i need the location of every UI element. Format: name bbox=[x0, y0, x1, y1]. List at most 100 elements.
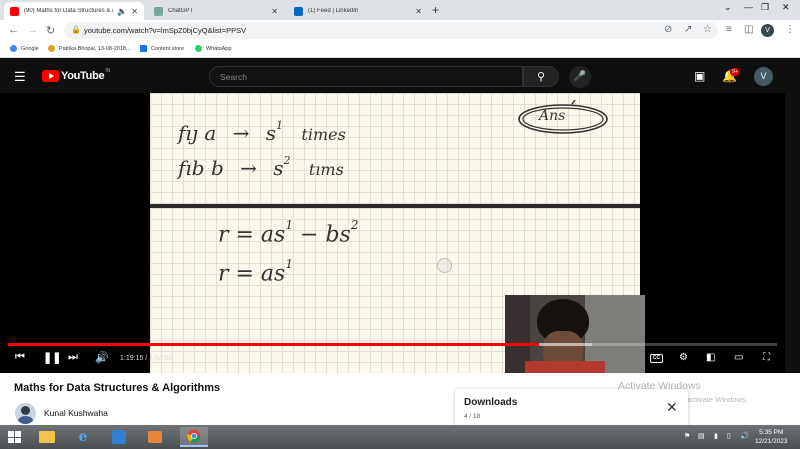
downloads-title: Downloads bbox=[464, 397, 518, 408]
url-text: youtube.com/watch?v=lmSpZ0bjCyQ&list=PPS… bbox=[84, 26, 247, 35]
chrome-icon[interactable] bbox=[180, 427, 208, 447]
miniplayer-icon[interactable]: ◧ bbox=[706, 352, 715, 363]
microphone-icon: 🎤 bbox=[573, 71, 587, 82]
video-title: Maths for Data Structures & Algorithms bbox=[14, 382, 221, 394]
downloads-count: 4 / 18 bbox=[464, 413, 481, 420]
youtube-icon bbox=[10, 6, 19, 16]
search-icon: ⚲ bbox=[536, 71, 546, 83]
next-icon[interactable]: ⏭ bbox=[68, 351, 78, 364]
whatsapp-icon bbox=[195, 45, 202, 52]
search-button[interactable]: ⚲ bbox=[523, 66, 559, 87]
google-icon bbox=[10, 45, 17, 52]
played-bar bbox=[8, 343, 539, 346]
settings-gear-icon[interactable]: ⚙ bbox=[679, 352, 688, 363]
bookmark-content-store[interactable]: Content store bbox=[140, 45, 184, 52]
tab-title: (90) Maths for Data Structures & Algor bbox=[24, 8, 113, 14]
channel-avatar[interactable] bbox=[15, 403, 36, 424]
handwriting-line-1: fıȷ a → s1 times bbox=[178, 119, 346, 145]
lock-icon: 🔒 bbox=[71, 25, 81, 34]
answer-scribble: Ans bbox=[516, 100, 610, 136]
forward-icon[interactable]: → bbox=[27, 24, 38, 36]
pause-icon[interactable]: ❚❚ bbox=[43, 351, 61, 364]
file-explorer-icon[interactable] bbox=[36, 427, 58, 447]
pointer-highlight bbox=[437, 258, 452, 273]
time-display: 1:19:15 / 1:54:53 bbox=[120, 355, 173, 362]
bookmark-star-icon[interactable]: ☆ bbox=[703, 24, 712, 35]
tab-chatgpt[interactable]: ChatGPT ✕ bbox=[148, 2, 284, 20]
channel-name[interactable]: Kunal Kushwaha bbox=[44, 408, 108, 418]
bookmark-label: Patrika Bhopal, 13-08-2018... bbox=[59, 45, 131, 52]
new-tab-button[interactable]: + bbox=[432, 3, 439, 17]
downloads-panel[interactable]: Downloads 4 / 18 ✕ bbox=[455, 389, 688, 429]
current-time: 1:19:15 bbox=[120, 355, 144, 362]
side-panel-icon[interactable]: ◫ bbox=[744, 24, 753, 35]
address-bar[interactable]: 🔒 youtube.com/watch?v=lmSpZ0bjCyQ&list=P… bbox=[64, 22, 718, 39]
close-icon[interactable]: ✕ bbox=[666, 399, 678, 416]
wifi-signal-icon[interactable]: ▯ bbox=[727, 432, 731, 440]
eye-off-icon[interactable]: ⊘ bbox=[664, 24, 672, 35]
media-control-icon[interactable]: ≡ bbox=[726, 24, 732, 35]
create-video-icon[interactable]: ▣ bbox=[694, 69, 705, 83]
store-icon bbox=[140, 45, 147, 52]
tray-network-icon[interactable]: ▤ bbox=[698, 432, 705, 440]
linkedin-icon bbox=[294, 6, 303, 16]
camera-app-icon[interactable] bbox=[144, 427, 166, 447]
tab-linkedin[interactable]: (1) Feed | LinkedIn ✕ bbox=[288, 2, 428, 20]
minimize-icon[interactable]: — bbox=[744, 2, 753, 12]
close-tab-icon[interactable]: ✕ bbox=[271, 7, 278, 16]
bookmark-patrika[interactable]: Patrika Bhopal, 13-08-2018... bbox=[48, 45, 131, 52]
youtube-wordmark: YouTube bbox=[61, 70, 105, 82]
video-player[interactable] bbox=[0, 93, 785, 373]
tab-title: ChatGPT bbox=[168, 8, 194, 14]
fullscreen-icon[interactable]: ⛶ bbox=[763, 352, 770, 363]
webcam-overlay bbox=[505, 295, 645, 373]
internet-explorer-icon[interactable]: e bbox=[72, 427, 94, 447]
volume-icon[interactable]: 🔊 bbox=[95, 351, 109, 364]
bookmark-label: WhatsApp bbox=[206, 45, 232, 52]
close-tab-icon[interactable]: ✕ bbox=[131, 7, 138, 16]
speaker-icon[interactable]: 🔊 bbox=[740, 432, 749, 440]
tray-flag-icon[interactable]: ⚑ bbox=[684, 432, 690, 440]
youtube-account-avatar[interactable]: V bbox=[754, 67, 773, 86]
tab-youtube[interactable]: (90) Maths for Data Structures & Algor 🔈… bbox=[4, 2, 144, 20]
captions-icon[interactable]: CC bbox=[650, 354, 663, 363]
tab-title: (1) Feed | LinkedIn bbox=[308, 8, 359, 14]
windows-start-icon[interactable] bbox=[8, 431, 21, 443]
tab-search-icon[interactable]: ⌄ bbox=[724, 2, 732, 13]
notification-count-badge: 9+ bbox=[730, 68, 741, 76]
more-menu-icon[interactable]: ⋮ bbox=[785, 24, 795, 35]
search-input[interactable]: Search bbox=[209, 66, 523, 87]
vscode-icon[interactable] bbox=[108, 427, 130, 447]
youtube-play-icon bbox=[42, 70, 59, 82]
speaker-icon[interactable]: 🔈 bbox=[117, 7, 127, 16]
handwriting-line-2: fıb b → s2 tıms bbox=[178, 154, 344, 180]
battery-icon[interactable]: ▮ bbox=[714, 432, 718, 440]
menu-icon[interactable]: ☰ bbox=[14, 69, 26, 85]
close-tab-icon[interactable]: ✕ bbox=[415, 7, 422, 16]
share-icon[interactable]: ↗ bbox=[684, 24, 692, 35]
bookmark-label: Google bbox=[21, 45, 39, 52]
equation-line-2: r = as1 bbox=[218, 257, 294, 287]
browser-profile-avatar[interactable]: V bbox=[761, 24, 774, 37]
previous-icon[interactable]: ⏮ bbox=[15, 351, 25, 364]
voice-search-button[interactable]: 🎤 bbox=[569, 66, 591, 88]
equation-line-1: r = as1 − bs2 bbox=[218, 218, 359, 248]
back-icon[interactable]: ← bbox=[8, 24, 19, 36]
close-window-icon[interactable]: ✕ bbox=[782, 2, 790, 13]
progress-bar[interactable] bbox=[8, 343, 777, 346]
country-code: IN bbox=[105, 68, 111, 74]
answer-label: Ans bbox=[539, 108, 566, 124]
patrika-icon bbox=[48, 45, 55, 52]
system-clock[interactable]: 5:35 PM 12/21/2023 bbox=[755, 428, 788, 446]
chatgpt-icon bbox=[154, 6, 163, 16]
bookmark-whatsapp[interactable]: WhatsApp bbox=[195, 45, 231, 52]
restore-icon[interactable]: ❐ bbox=[761, 2, 769, 13]
youtube-logo[interactable]: YouTube IN bbox=[42, 68, 111, 82]
search-placeholder: Search bbox=[220, 72, 247, 82]
buffered-bar bbox=[538, 343, 593, 346]
total-time: 1:54:53 bbox=[149, 355, 173, 362]
theater-mode-icon[interactable]: ▭ bbox=[734, 352, 743, 363]
clock-time: 5:35 PM bbox=[759, 429, 784, 436]
reload-icon[interactable]: ↻ bbox=[46, 24, 55, 37]
bookmark-google[interactable]: Google bbox=[10, 45, 39, 52]
